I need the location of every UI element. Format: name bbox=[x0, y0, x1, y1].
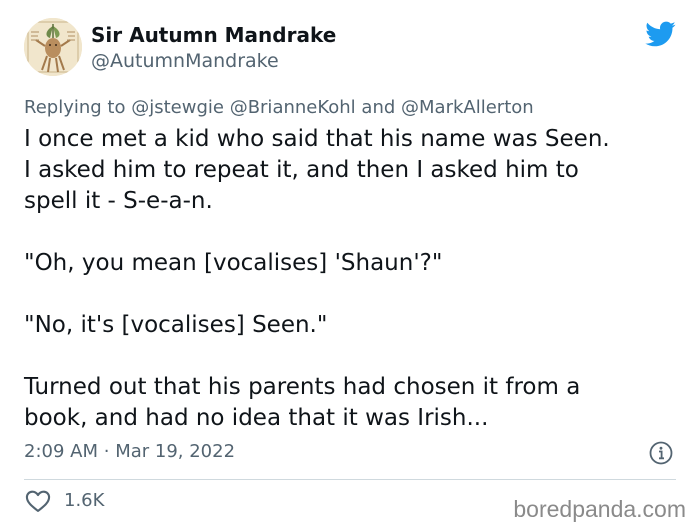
reply-conjunction: and bbox=[361, 97, 396, 118]
info-icon[interactable] bbox=[648, 440, 674, 466]
tweet-timestamp[interactable]: 2:09 AM · Mar 19, 2022 bbox=[24, 440, 235, 464]
display-name[interactable]: Sir Autumn Mandrake bbox=[91, 23, 336, 47]
tweet-paragraph: I once met a kid who said that his name … bbox=[24, 124, 684, 217]
divider bbox=[24, 479, 676, 480]
likes-count: 1.6K bbox=[64, 490, 105, 511]
like-button[interactable]: 1.6K bbox=[24, 486, 104, 516]
reply-prefix: Replying to bbox=[24, 97, 126, 118]
tweet-line: "No, it's [vocalises] Seen." bbox=[24, 312, 328, 338]
tweet-time[interactable]: 2:09 AM bbox=[24, 441, 98, 462]
reply-context: Replying to @jstewgie @BrianneKohl and @… bbox=[24, 96, 534, 120]
twitter-bird-icon[interactable] bbox=[644, 18, 676, 50]
tweet-line: Turned out that his parents had chosen i… bbox=[24, 374, 581, 400]
tweet-paragraph: "No, it's [vocalises] Seen." bbox=[24, 310, 684, 341]
mention-link[interactable]: @jstewgie bbox=[131, 97, 224, 118]
mandrake-illustration bbox=[24, 18, 82, 76]
tweet-paragraph: "Oh, you mean [vocalises] 'Shaun'?" bbox=[24, 248, 684, 279]
mention-link[interactable]: @BrianneKohl bbox=[230, 97, 356, 118]
tweet-line: book, and had no idea that it was Irish.… bbox=[24, 405, 489, 431]
tweet-line: "Oh, you mean [vocalises] 'Shaun'?" bbox=[24, 250, 443, 276]
avatar[interactable] bbox=[24, 18, 82, 76]
mention-link[interactable]: @MarkAllerton bbox=[401, 97, 534, 118]
tweet-line: spell it - S-e-a-n. bbox=[24, 188, 213, 214]
tweet-text: I once met a kid who said that his name … bbox=[24, 124, 684, 465]
user-handle[interactable]: @AutumnMandrake bbox=[91, 49, 279, 73]
heart-icon[interactable] bbox=[24, 487, 52, 515]
tweet-paragraph: Turned out that his parents had chosen i… bbox=[24, 372, 684, 434]
tweet-line: I once met a kid who said that his name … bbox=[24, 126, 610, 152]
watermark: boredpanda.com bbox=[513, 496, 686, 522]
tweet-line: I asked him to repeat it, and then I ask… bbox=[24, 157, 579, 183]
meta-separator: · bbox=[103, 441, 110, 462]
tweet-header: Sir Autumn Mandrake @AutumnMandrake bbox=[24, 18, 684, 80]
tweet-date[interactable]: Mar 19, 2022 bbox=[115, 441, 235, 462]
